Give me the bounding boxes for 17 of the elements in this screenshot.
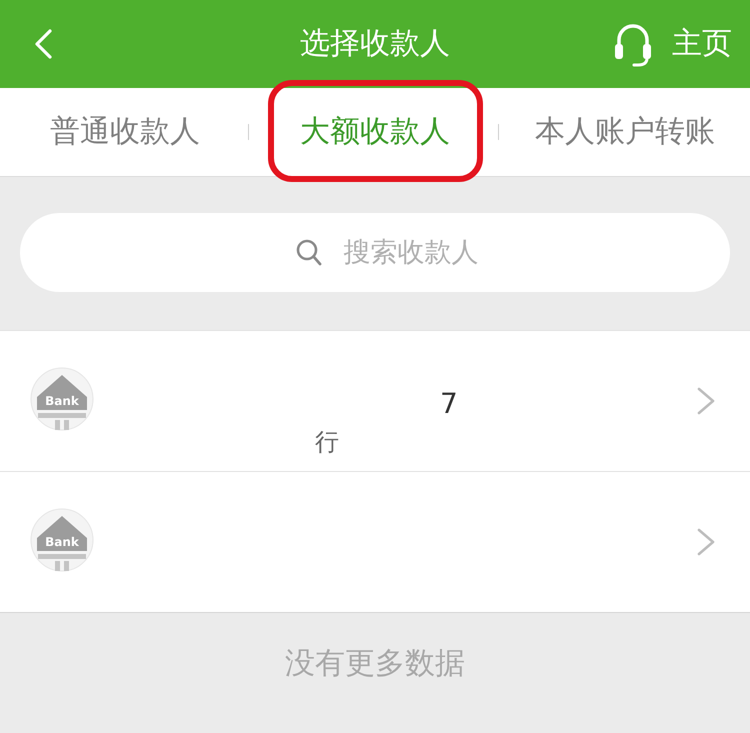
account-number: 7: [440, 389, 458, 419]
bank-logo: Bank: [30, 367, 94, 431]
bank-name: 行: [315, 427, 339, 457]
tab[interactable]: 本人账户转账: [531, 112, 719, 152]
tab[interactable]: 大额收款人: [296, 112, 454, 152]
back-button[interactable]: [34, 29, 52, 59]
payee-row[interactable]: Bank 7 行: [0, 330, 750, 471]
back-icon: [34, 29, 52, 59]
no-more-data-text: 没有更多数据: [285, 645, 465, 683]
search-icon: [296, 239, 322, 266]
chevron-right-icon: [696, 387, 716, 415]
tab[interactable]: 普通收款人: [46, 112, 204, 152]
chevron-right-icon: [696, 528, 716, 556]
bank-logo: Bank: [30, 508, 94, 572]
page-title: 选择收款人: [300, 25, 450, 63]
search-field[interactable]: 搜索收款人: [20, 213, 730, 292]
home-link[interactable]: 主页: [672, 24, 732, 64]
